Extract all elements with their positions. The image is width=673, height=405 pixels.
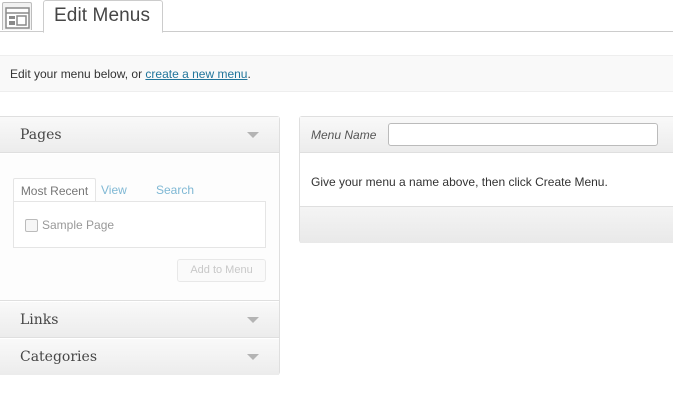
accordion-title-pages: Pages: [20, 127, 62, 143]
tab-view-all[interactable]: View All: [101, 178, 127, 221]
add-to-menu-button[interactable]: Add to Menu: [177, 259, 266, 282]
chevron-down-icon: [247, 354, 259, 360]
chevron-down-icon: [247, 132, 259, 138]
chevron-down-icon: [247, 317, 259, 323]
menu-edit-panel: Menu Name Give your menu a name above, t…: [299, 116, 673, 243]
intro-bar: Edit your menu below, or create a new me…: [0, 55, 673, 92]
page-title: Edit Menus: [54, 5, 151, 26]
sample-page-checkbox[interactable]: [25, 219, 38, 232]
accordion-title-links: Links: [20, 312, 59, 328]
accordion-section-pages[interactable]: Pages: [0, 117, 279, 153]
tab-most-recent[interactable]: Most Recent: [13, 178, 96, 202]
tab-search[interactable]: Search: [156, 178, 194, 202]
accordion-title-categories: Categories: [20, 349, 97, 365]
menu-items-accordion: Pages Most Recent View All Search Sample…: [0, 116, 280, 375]
accordion-section-categories[interactable]: Categories: [0, 339, 279, 375]
pages-tab-panel: Sample Page: [13, 201, 266, 248]
intro-text-before: Edit your menu below, or: [10, 67, 146, 81]
intro-text-after: .: [247, 67, 251, 81]
header-tab-row: Edit Menus: [0, 0, 673, 33]
menu-instructions: Give your menu a name above, then click …: [311, 175, 608, 189]
create-new-menu-link[interactable]: create a new menu: [145, 67, 247, 81]
menu-panel-header: Menu Name: [300, 117, 673, 153]
page-title-tab: Edit Menus: [43, 0, 163, 33]
intro-text: Edit your menu below, or create a new me…: [10, 67, 251, 81]
menu-name-input[interactable]: [388, 123, 658, 146]
menu-panel-footer: [300, 206, 673, 243]
sample-page-label: Sample Page: [42, 218, 115, 232]
menus-icon: [2, 2, 32, 30]
accordion-section-links[interactable]: Links: [0, 302, 279, 338]
pages-panel: Most Recent View All Search Sample Page …: [0, 154, 279, 301]
menu-name-label: Menu Name: [311, 128, 377, 142]
